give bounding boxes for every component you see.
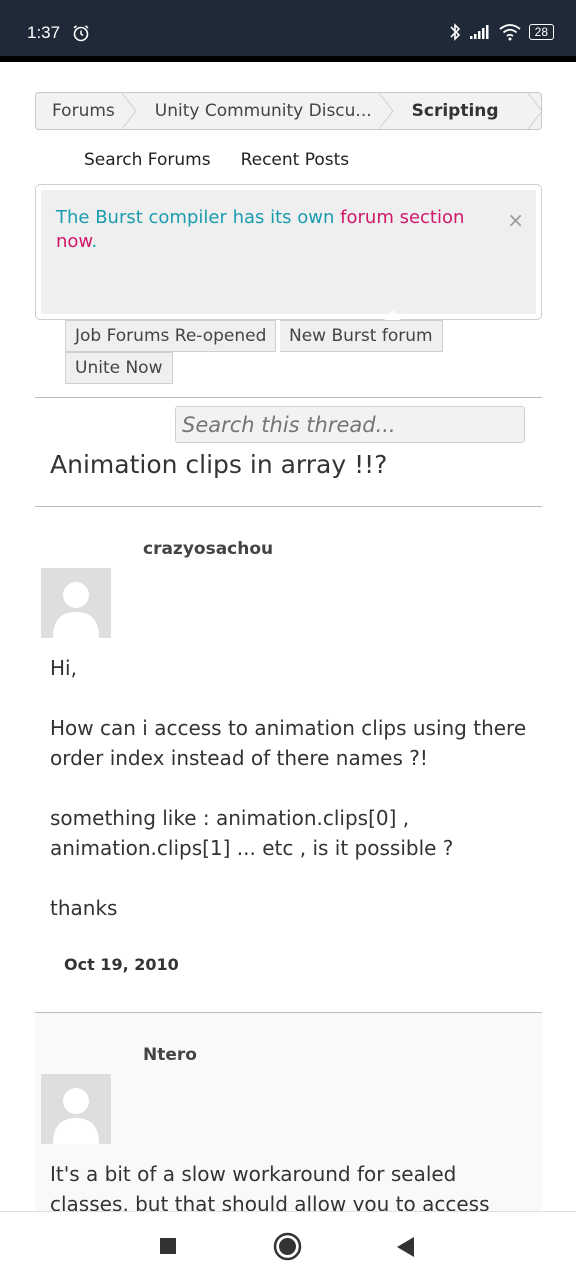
breadcrumb-label: Forums — [52, 101, 115, 121]
top-divider — [0, 56, 576, 62]
status-bar: 1:37 28 — [0, 0, 576, 56]
notice-text: The Burst compiler has its own forum sec… — [56, 206, 476, 254]
notice-message: The Burst compiler has its own — [56, 207, 341, 228]
post: Ntero It's a bit of a slow workaround fo… — [35, 1013, 542, 1216]
search-thread-input[interactable] — [175, 406, 525, 443]
default-avatar-icon — [53, 582, 99, 638]
close-icon[interactable]: × — [507, 208, 524, 232]
triangle-back-icon[interactable] — [396, 1236, 416, 1258]
bluetooth-icon — [450, 23, 460, 41]
breadcrumb-item-forums[interactable]: Forums — [36, 93, 137, 129]
post-body: Hi, How can i access to animation clips … — [50, 653, 530, 953]
breadcrumb: Forums Unity Community Discu... Scriptin… — [35, 92, 543, 130]
square-icon[interactable] — [159, 1237, 177, 1255]
divider — [35, 397, 542, 398]
signal-icon — [469, 25, 489, 39]
post-paragraph: Hi, — [50, 656, 77, 680]
breadcrumb-item-community[interactable]: Unity Community Discu... — [129, 93, 394, 129]
chevron-right-icon — [527, 93, 543, 129]
tab-new-burst-forum[interactable]: New Burst forum — [280, 320, 443, 352]
avatar[interactable] — [41, 1074, 111, 1144]
avatar[interactable] — [41, 568, 111, 638]
default-avatar-icon — [53, 1088, 99, 1144]
post: crazyosachou Hi, How can i access to ani… — [35, 507, 542, 1012]
post-paragraph: something like : animation.clips[0] , an… — [50, 806, 454, 860]
post-author[interactable]: crazyosachou — [143, 539, 273, 559]
thread-title: Animation clips in array !!? — [50, 450, 388, 479]
breadcrumb-item-scripting[interactable]: Scripting — [386, 93, 543, 129]
notice-box: The Burst compiler has its own forum sec… — [35, 184, 542, 329]
notice-panel: The Burst compiler has its own forum sec… — [41, 190, 536, 314]
tab-job-forums[interactable]: Job Forums Re-opened — [65, 320, 277, 352]
circle-icon[interactable] — [273, 1232, 302, 1261]
post-paragraph: How can i access to animation clips usin… — [50, 716, 527, 770]
wifi-icon — [499, 24, 521, 41]
status-time: 1:37 — [27, 23, 61, 42]
breadcrumb-label: Scripting — [411, 101, 499, 121]
system-nav-bar — [0, 1211, 576, 1281]
search-forums-link[interactable]: Search Forums — [84, 150, 211, 170]
tab-unite-now[interactable]: Unite Now — [65, 352, 173, 384]
forum-subnav: Search Forums Recent Posts — [84, 150, 349, 170]
post-paragraph: thanks — [50, 896, 118, 920]
post-author[interactable]: Ntero — [143, 1045, 197, 1065]
post-paragraph: It's a bit of a slow workaround for seal… — [50, 1162, 490, 1216]
battery-indicator: 28 — [528, 24, 554, 40]
breadcrumb-label: Unity Community Discu... — [154, 101, 372, 121]
recent-posts-link[interactable]: Recent Posts — [241, 150, 350, 170]
post-date[interactable]: Oct 19, 2010 — [64, 955, 179, 974]
notice-message-end: . — [91, 231, 98, 252]
alarm-icon — [73, 25, 89, 42]
